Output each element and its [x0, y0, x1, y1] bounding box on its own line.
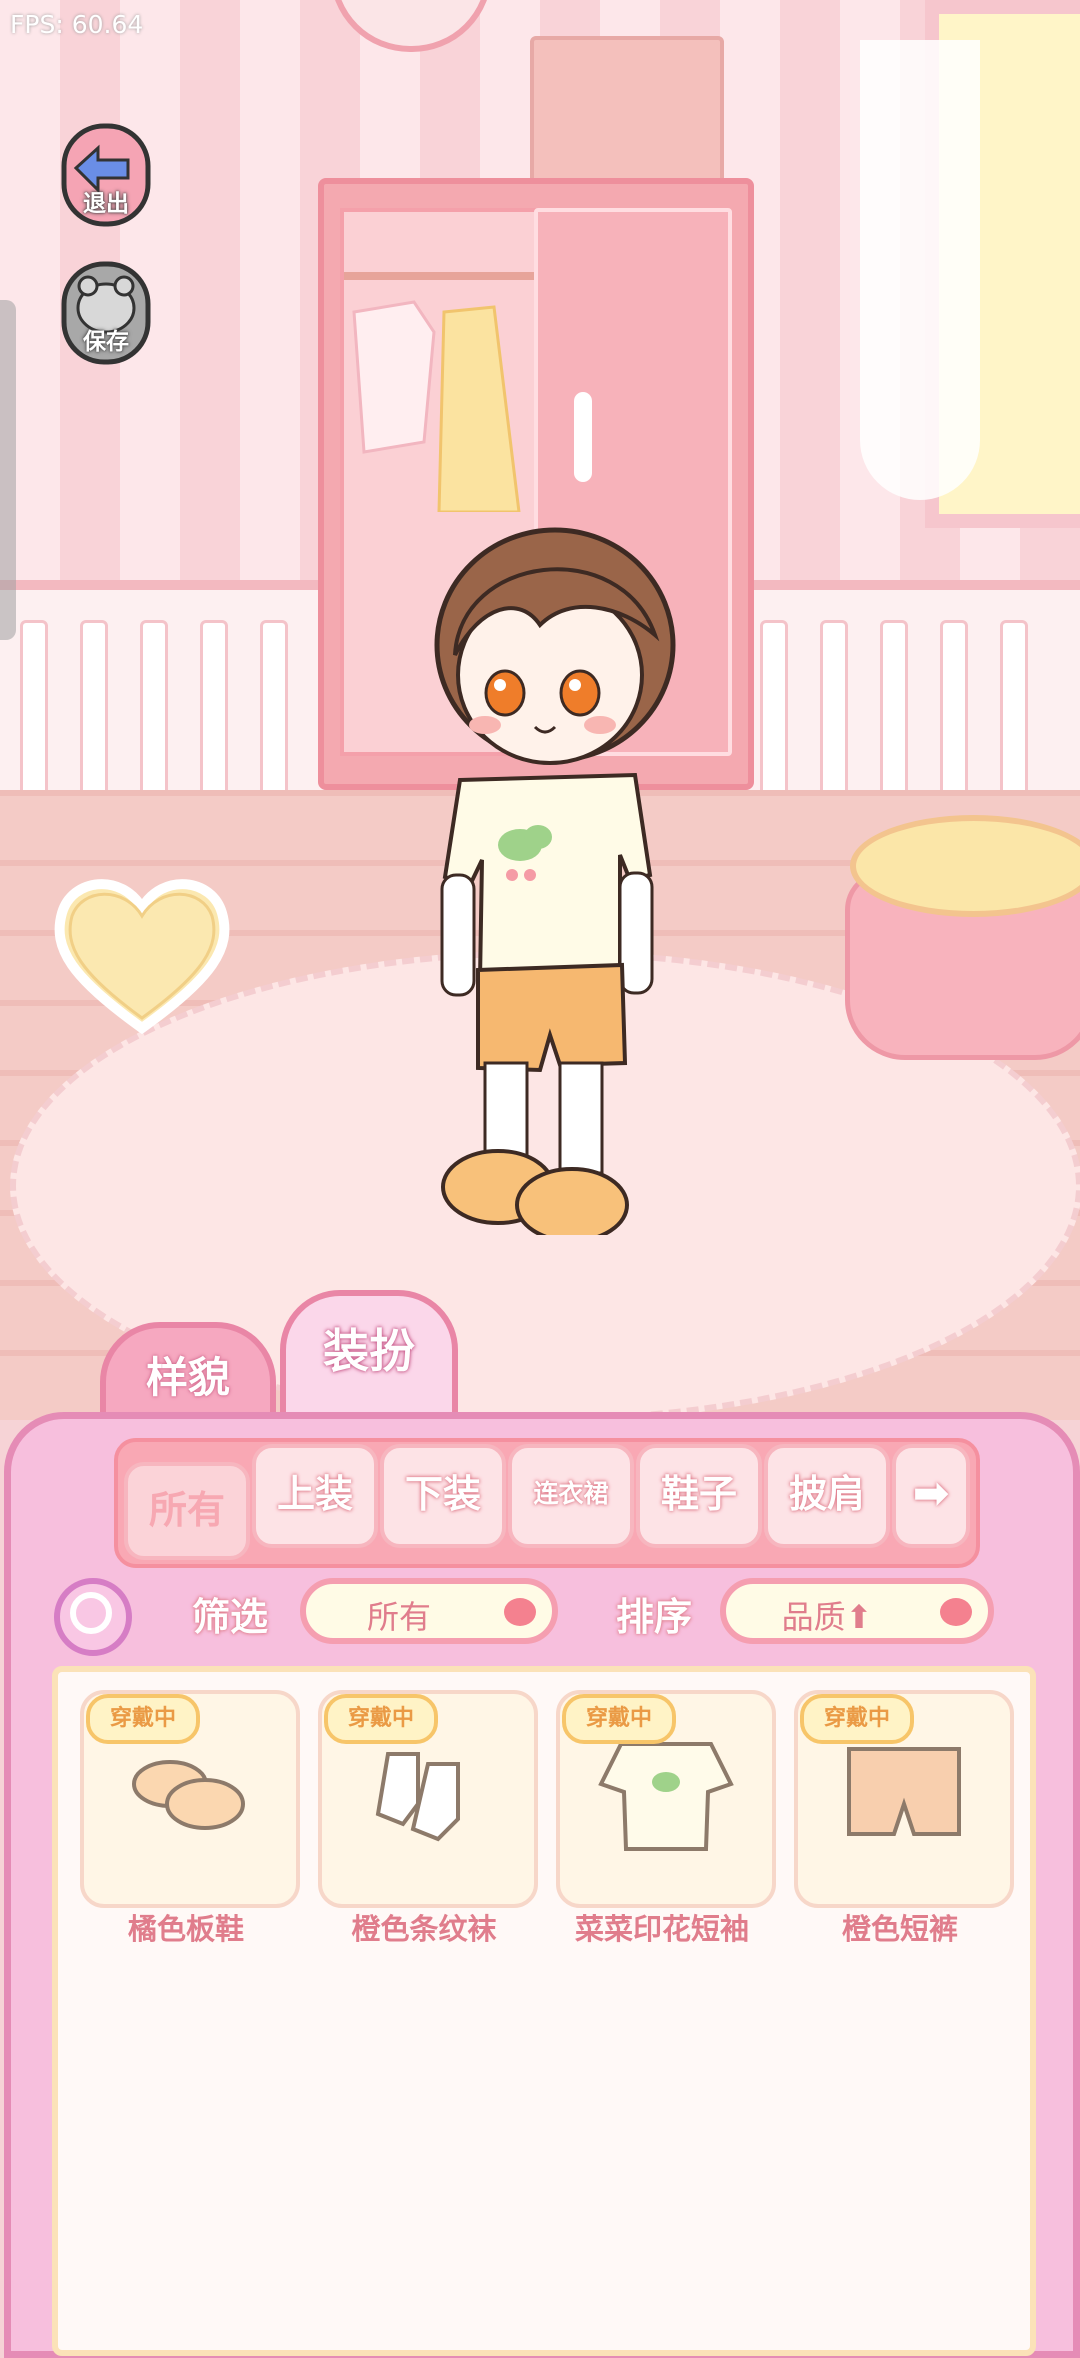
dropdown-heart-icon [940, 1598, 972, 1626]
search-button[interactable] [54, 1578, 132, 1656]
equipped-badge: 穿戴中 [562, 1694, 676, 1744]
save-button[interactable]: 保存 [58, 258, 154, 368]
equipped-badge: 穿戴中 [324, 1694, 438, 1744]
category-shoes[interactable]: 鞋子 [636, 1444, 762, 1548]
item-name: 橘色板鞋 [127, 1912, 244, 1946]
save-label: 保存 [83, 329, 129, 355]
exit-label: 退出 [83, 191, 129, 217]
shoes-icon [132, 1760, 245, 1830]
item-name: 橙色短裤 [841, 1912, 958, 1946]
edge-handle[interactable] [0, 300, 16, 640]
tab-dress[interactable]: 装扮 [280, 1290, 458, 1430]
shorts-icon [847, 1747, 961, 1836]
search-icon [70, 1592, 112, 1634]
socks-icon [375, 1752, 460, 1842]
category-dresses[interactable]: 连衣裙 [508, 1444, 634, 1548]
sort-label: 排序 [616, 1595, 693, 1639]
tshirt-icon [598, 1742, 734, 1851]
filter-select[interactable]: 所有 [300, 1578, 558, 1644]
character-avatar[interactable] [420, 515, 690, 1235]
room-scene [0, 0, 1080, 1420]
pouf-stool [845, 815, 1080, 1060]
storage-boxes [530, 36, 724, 184]
equipped-badge: 穿戴中 [800, 1694, 914, 1744]
category-tops[interactable]: 上装 [252, 1444, 378, 1548]
heart-cushion [54, 879, 230, 1035]
curtain [860, 40, 980, 500]
exit-button[interactable]: 退出 [58, 120, 154, 230]
dropdown-heart-icon [504, 1598, 536, 1626]
item-name: 橙色条纹袜 [351, 1912, 497, 1946]
category-all[interactable]: 所有 [124, 1462, 250, 1560]
item-name: 菜菜印花短袖 [574, 1912, 749, 1946]
category-bottoms[interactable]: 下装 [380, 1444, 506, 1548]
filter-label: 筛选 [192, 1595, 269, 1639]
filter-value: 所有 [366, 1598, 431, 1636]
fps-counter: FPS: 60.64 [10, 10, 144, 39]
category-next-arrow[interactable]: ➡ [892, 1444, 970, 1548]
category-shawls[interactable]: 披肩 [764, 1444, 890, 1548]
equipped-badge: 穿戴中 [86, 1694, 200, 1744]
sort-select[interactable]: 品质⬆ [720, 1578, 994, 1644]
sort-value: 品质⬆ [781, 1598, 873, 1636]
